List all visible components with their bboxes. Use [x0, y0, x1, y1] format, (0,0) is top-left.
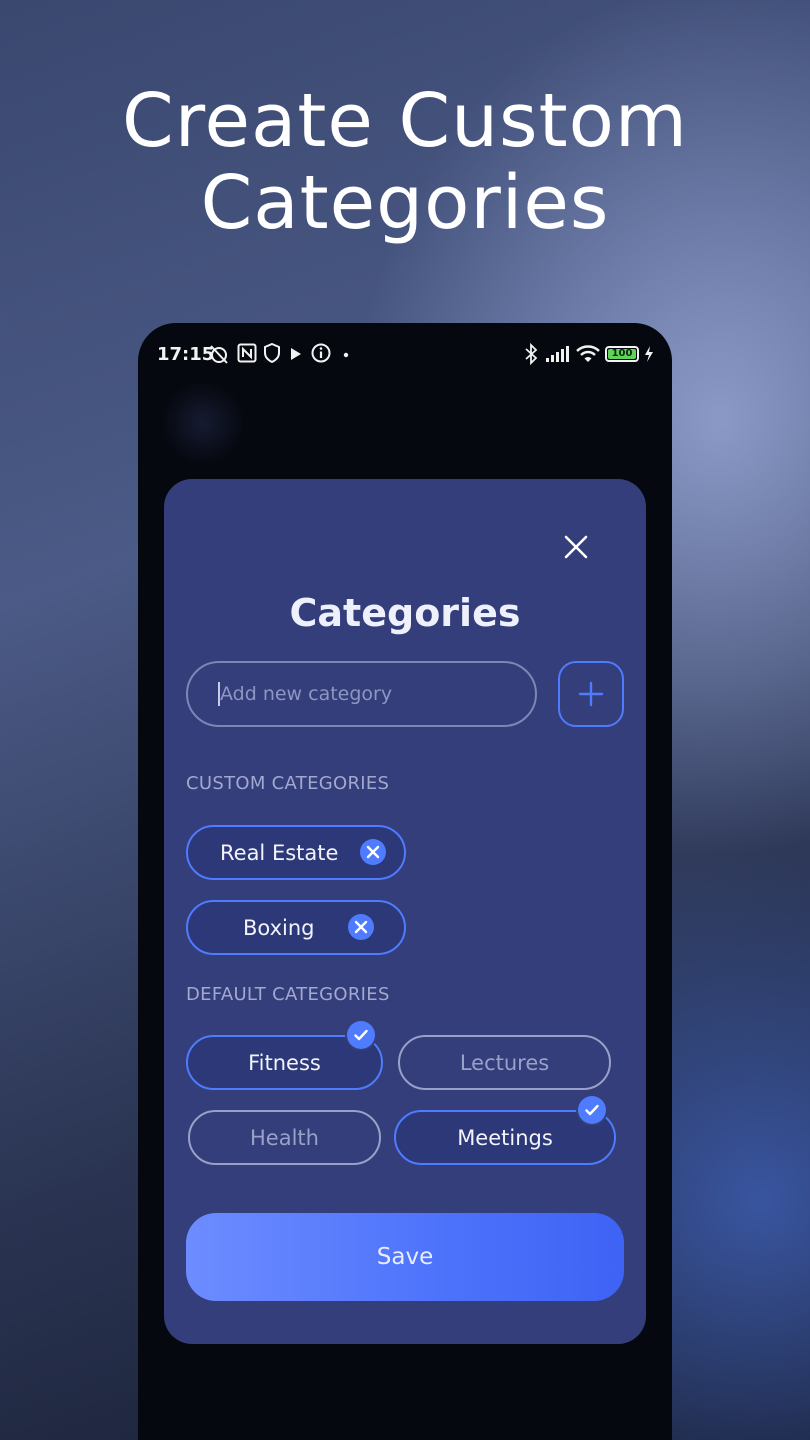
- custom-category-chip[interactable]: Real Estate: [186, 825, 406, 880]
- remove-category-button[interactable]: [348, 914, 374, 940]
- default-category-chip[interactable]: Health: [188, 1110, 381, 1165]
- nfc-icon: [237, 343, 257, 363]
- default-category-chip[interactable]: Lectures: [398, 1035, 611, 1090]
- custom-categories-label: CUSTOM CATEGORIES: [186, 773, 390, 794]
- remove-category-button[interactable]: [360, 839, 386, 865]
- chip-label: Boxing: [243, 915, 315, 940]
- status-time: 17:15: [157, 344, 215, 365]
- dialog-title: Categories: [289, 591, 521, 635]
- shield-icon: [264, 343, 280, 363]
- signal-icon: [546, 346, 569, 362]
- new-category-input[interactable]: [186, 661, 537, 727]
- chip-label: Meetings: [457, 1125, 553, 1150]
- plus-icon: [578, 681, 604, 707]
- chip-label: Health: [250, 1125, 319, 1150]
- dot-icon: [343, 352, 349, 358]
- charging-icon: [645, 346, 653, 362]
- chip-label: Real Estate: [220, 840, 339, 865]
- selected-check-icon: [347, 1021, 375, 1049]
- bluetooth-icon: [525, 343, 538, 365]
- status-bar: 17:15 100: [138, 323, 672, 387]
- headline: Create Custom Categories: [0, 80, 810, 244]
- categories-dialog: Categories CUSTOM CATEGORIES Real Estate…: [164, 479, 646, 1344]
- close-button[interactable]: [558, 529, 594, 565]
- background-glow: [158, 383, 248, 463]
- add-category-button[interactable]: [558, 661, 624, 727]
- info-icon: [311, 343, 331, 363]
- headline-line-1: Create Custom: [122, 78, 688, 164]
- alarm-off-icon: [210, 345, 228, 364]
- default-categories-label: DEFAULT CATEGORIES: [186, 984, 390, 1005]
- selected-check-icon: [578, 1096, 606, 1124]
- custom-category-chip[interactable]: Boxing: [186, 900, 406, 955]
- battery-level: 100: [608, 349, 636, 359]
- wifi-icon: [576, 345, 600, 362]
- battery-icon: 100: [605, 346, 639, 362]
- headline-line-2: Categories: [200, 160, 610, 246]
- chip-label: Fitness: [248, 1050, 321, 1075]
- play-icon: [291, 348, 301, 360]
- text-cursor: [218, 682, 220, 706]
- save-button[interactable]: Save: [186, 1213, 624, 1301]
- close-icon: [366, 845, 380, 859]
- chip-label: Lectures: [459, 1050, 550, 1075]
- close-icon: [354, 920, 368, 934]
- close-icon: [564, 535, 588, 559]
